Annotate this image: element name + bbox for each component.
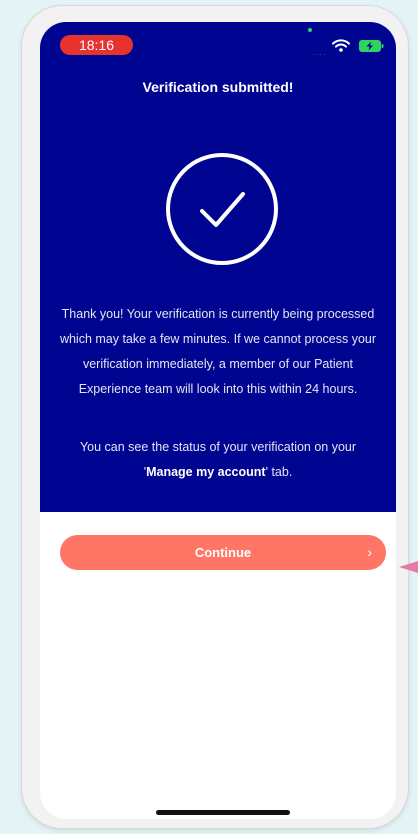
- manage-account-tab-name: Manage my account: [146, 465, 266, 479]
- screen-title: Verification submitted!: [142, 79, 294, 95]
- signal-icon: ····: [312, 50, 327, 59]
- continue-button-label: Continue: [194, 545, 252, 560]
- status-note-suffix: ' tab.: [265, 465, 293, 479]
- wifi-icon: [332, 39, 350, 52]
- account-status-note: You can see the status of your verificat…: [54, 435, 382, 485]
- check-circle-icon: [166, 153, 278, 265]
- status-bar: 18:16 ····: [40, 22, 396, 68]
- home-indicator: [156, 810, 290, 815]
- confirmation-panel: 18:16 ···· Verification submitted! Thank…: [40, 22, 396, 512]
- continue-button[interactable]: Continue ›: [60, 535, 386, 570]
- camera-indicator-dot: [308, 28, 312, 32]
- battery-charging-icon: [359, 40, 384, 52]
- confirmation-message: Thank you! Your verification is currentl…: [59, 307, 377, 396]
- pointer-arrow-icon: [399, 561, 418, 573]
- chevron-right-icon: ›: [367, 544, 372, 560]
- status-time: 18:16: [60, 35, 133, 55]
- app-screen: 18:16 ···· Verification submitted! Thank…: [40, 22, 396, 819]
